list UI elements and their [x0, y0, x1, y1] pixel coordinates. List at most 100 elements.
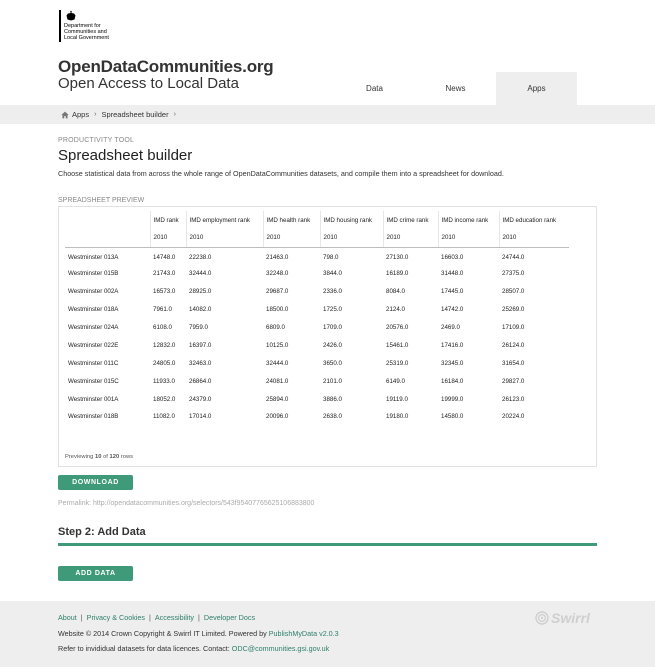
column-header: IMD rank	[149, 211, 186, 229]
table-cell: 8084.0	[386, 288, 405, 296]
table-cell: 16603.0	[441, 253, 464, 261]
table-cell: 16397.0	[189, 341, 212, 349]
table-cell: 17014.0	[189, 413, 212, 421]
table-cell: Westminster 018B	[68, 413, 119, 421]
column-header: IMD crime rank	[382, 211, 438, 229]
table-cell: 2336.0	[323, 288, 342, 296]
table-cell: 2638.0	[323, 413, 342, 421]
add-data-button[interactable]: ADD DATA	[58, 566, 133, 581]
contact-email-link[interactable]: ODC@communities.gsi.gov.uk	[232, 644, 329, 653]
footer-links: About | Privacy & Cookies | Accessibilit…	[58, 613, 255, 622]
swirrl-logo[interactable]: Swirrl	[535, 610, 590, 626]
site-name[interactable]: OpenDataCommunities.org	[58, 57, 274, 77]
home-icon[interactable]	[61, 111, 69, 119]
nav-tab-apps[interactable]: Apps	[496, 72, 577, 105]
row-count: Previewing 10 of 120 rows	[65, 454, 133, 460]
footer-link-accessibility[interactable]: Accessibility	[155, 613, 194, 622]
table-cell: Westminster 018A	[68, 306, 119, 314]
table-cell: 25894.0	[266, 395, 289, 403]
column-year: 2010	[185, 229, 263, 248]
table-cell: 26864.0	[189, 377, 212, 385]
breadcrumb-separator: ›	[94, 111, 97, 118]
table-row: Westminster 018B 11082.0 17014.0 20096.0…	[65, 408, 569, 426]
spreadsheet-preview[interactable]: IMD rank IMD employment rank IMD health …	[58, 206, 597, 467]
page-intro: Choose statistical data from across the …	[58, 169, 504, 178]
table-cell: 24805.0	[153, 359, 176, 367]
table-cell: 25269.0	[502, 306, 525, 314]
column-year: 2010	[149, 229, 186, 248]
row-count-shown: 10	[94, 454, 102, 460]
table-row: Westminster 002A 16573.0 28925.0 29687.0…	[65, 283, 569, 301]
column-year: 2010	[498, 229, 569, 248]
table-cell: 20224.0	[502, 413, 525, 421]
table-cell: 7959.0	[189, 324, 208, 331]
table-cell: 2469.0	[441, 324, 460, 331]
footer-link-separator: |	[149, 613, 151, 622]
table-cell: 14082.0	[189, 306, 212, 314]
table-cell: 17445.0	[441, 288, 464, 296]
column-header	[65, 211, 150, 229]
table-cell: 14748.0	[153, 253, 176, 261]
table-cell: 31448.0	[441, 270, 464, 278]
table-row: Westminster 013A 14748.0 22238.0 21463.0…	[65, 247, 569, 265]
footer: About | Privacy & Cookies | Accessibilit…	[0, 601, 655, 667]
nav-tab-data[interactable]: Data	[334, 72, 415, 105]
swirrl-logo-text: Swirrl	[551, 610, 590, 626]
breadcrumb-link-apps[interactable]: Apps	[72, 110, 89, 119]
table-row: Westminster 024A 6108.0 7959.0 6809.0 17…	[65, 319, 569, 337]
column-header: IMD housing rank	[319, 211, 383, 229]
row-count-of: of	[103, 454, 108, 460]
column-year: 2010	[382, 229, 438, 248]
table-cell: Westminster 011C	[68, 359, 119, 367]
nav-tab-news[interactable]: News	[415, 72, 496, 105]
table-cell: 29827.0	[502, 377, 525, 385]
table-row: Westminster 015C 11933.0 26864.0 24081.0…	[65, 372, 569, 390]
table-cell: 798.0	[323, 253, 339, 261]
page-title: Spreadsheet builder	[58, 147, 193, 164]
footer-link-privacy[interactable]: Privacy & Cookies	[87, 613, 145, 622]
table-cell: Westminster 002A	[68, 288, 119, 296]
table-cell: 11933.0	[153, 377, 175, 385]
publishmydata-link[interactable]: PublishMyData v2.0.3	[269, 629, 339, 638]
column-year: 2010	[319, 229, 383, 248]
dclg-logo[interactable]: Department for Communities and Local Gov…	[59, 10, 109, 42]
column-header: IMD employment rank	[185, 211, 263, 229]
table-row: Westminster 022E 12832.0 16397.0 10125.0…	[65, 336, 569, 354]
breadcrumb-separator: ›	[173, 111, 176, 118]
table-cell: 1709.0	[323, 324, 342, 331]
permalink[interactable]: Permalink: http://opendatacommunities.or…	[58, 500, 314, 507]
page-eyebrow: PRODUCTIVITY TOOL	[58, 137, 135, 144]
footer-link-separator: |	[80, 613, 83, 622]
footer-link-about[interactable]: About	[58, 613, 77, 622]
table-cell: 28507.0	[502, 288, 525, 296]
table-row: Westminster 015B 21743.0 32444.0 32248.0…	[65, 265, 569, 283]
table-cell: 32463.0	[189, 359, 212, 367]
table-cell: 6108.0	[153, 324, 172, 331]
table-cell: 15461.0	[386, 341, 409, 349]
column-year: 2010	[262, 229, 320, 248]
download-button[interactable]: DOWNLOAD	[58, 475, 133, 490]
table-cell: 18052.0	[153, 395, 176, 403]
table-row: Westminster 001A 18052.0 24379.0 25894.0…	[65, 390, 569, 408]
table-cell: 27130.0	[386, 253, 409, 261]
table-cell: 2426.0	[323, 341, 342, 349]
table-cell: 1725.0	[323, 306, 342, 314]
table-cell: 21743.0	[153, 270, 176, 278]
table-cell: 31654.0	[502, 359, 525, 367]
step-2-title: Step 2: Add Data	[58, 526, 146, 538]
table-cell: 6149.0	[386, 377, 405, 385]
table-cell: 17109.0	[502, 324, 525, 331]
table-cell: 26123.0	[502, 395, 525, 403]
table-row: Westminster 018A 7961.0 14082.0 18500.0 …	[65, 301, 569, 319]
table-cell: 10125.0	[266, 341, 289, 349]
swirrl-logo-icon	[535, 611, 549, 625]
table-cell: 20096.0	[266, 413, 289, 421]
table-cell: 19180.0	[386, 413, 409, 421]
site-tagline: Open Access to Local Data	[58, 75, 239, 92]
footer-link-developer-docs[interactable]: Developer Docs	[204, 613, 255, 622]
table-cell: 3650.0	[323, 359, 342, 367]
table-cell: 14580.0	[441, 413, 464, 421]
royal-crest-icon	[66, 10, 76, 21]
table-cell: 3886.0	[323, 395, 342, 403]
table-cell: 24744.0	[502, 253, 525, 261]
